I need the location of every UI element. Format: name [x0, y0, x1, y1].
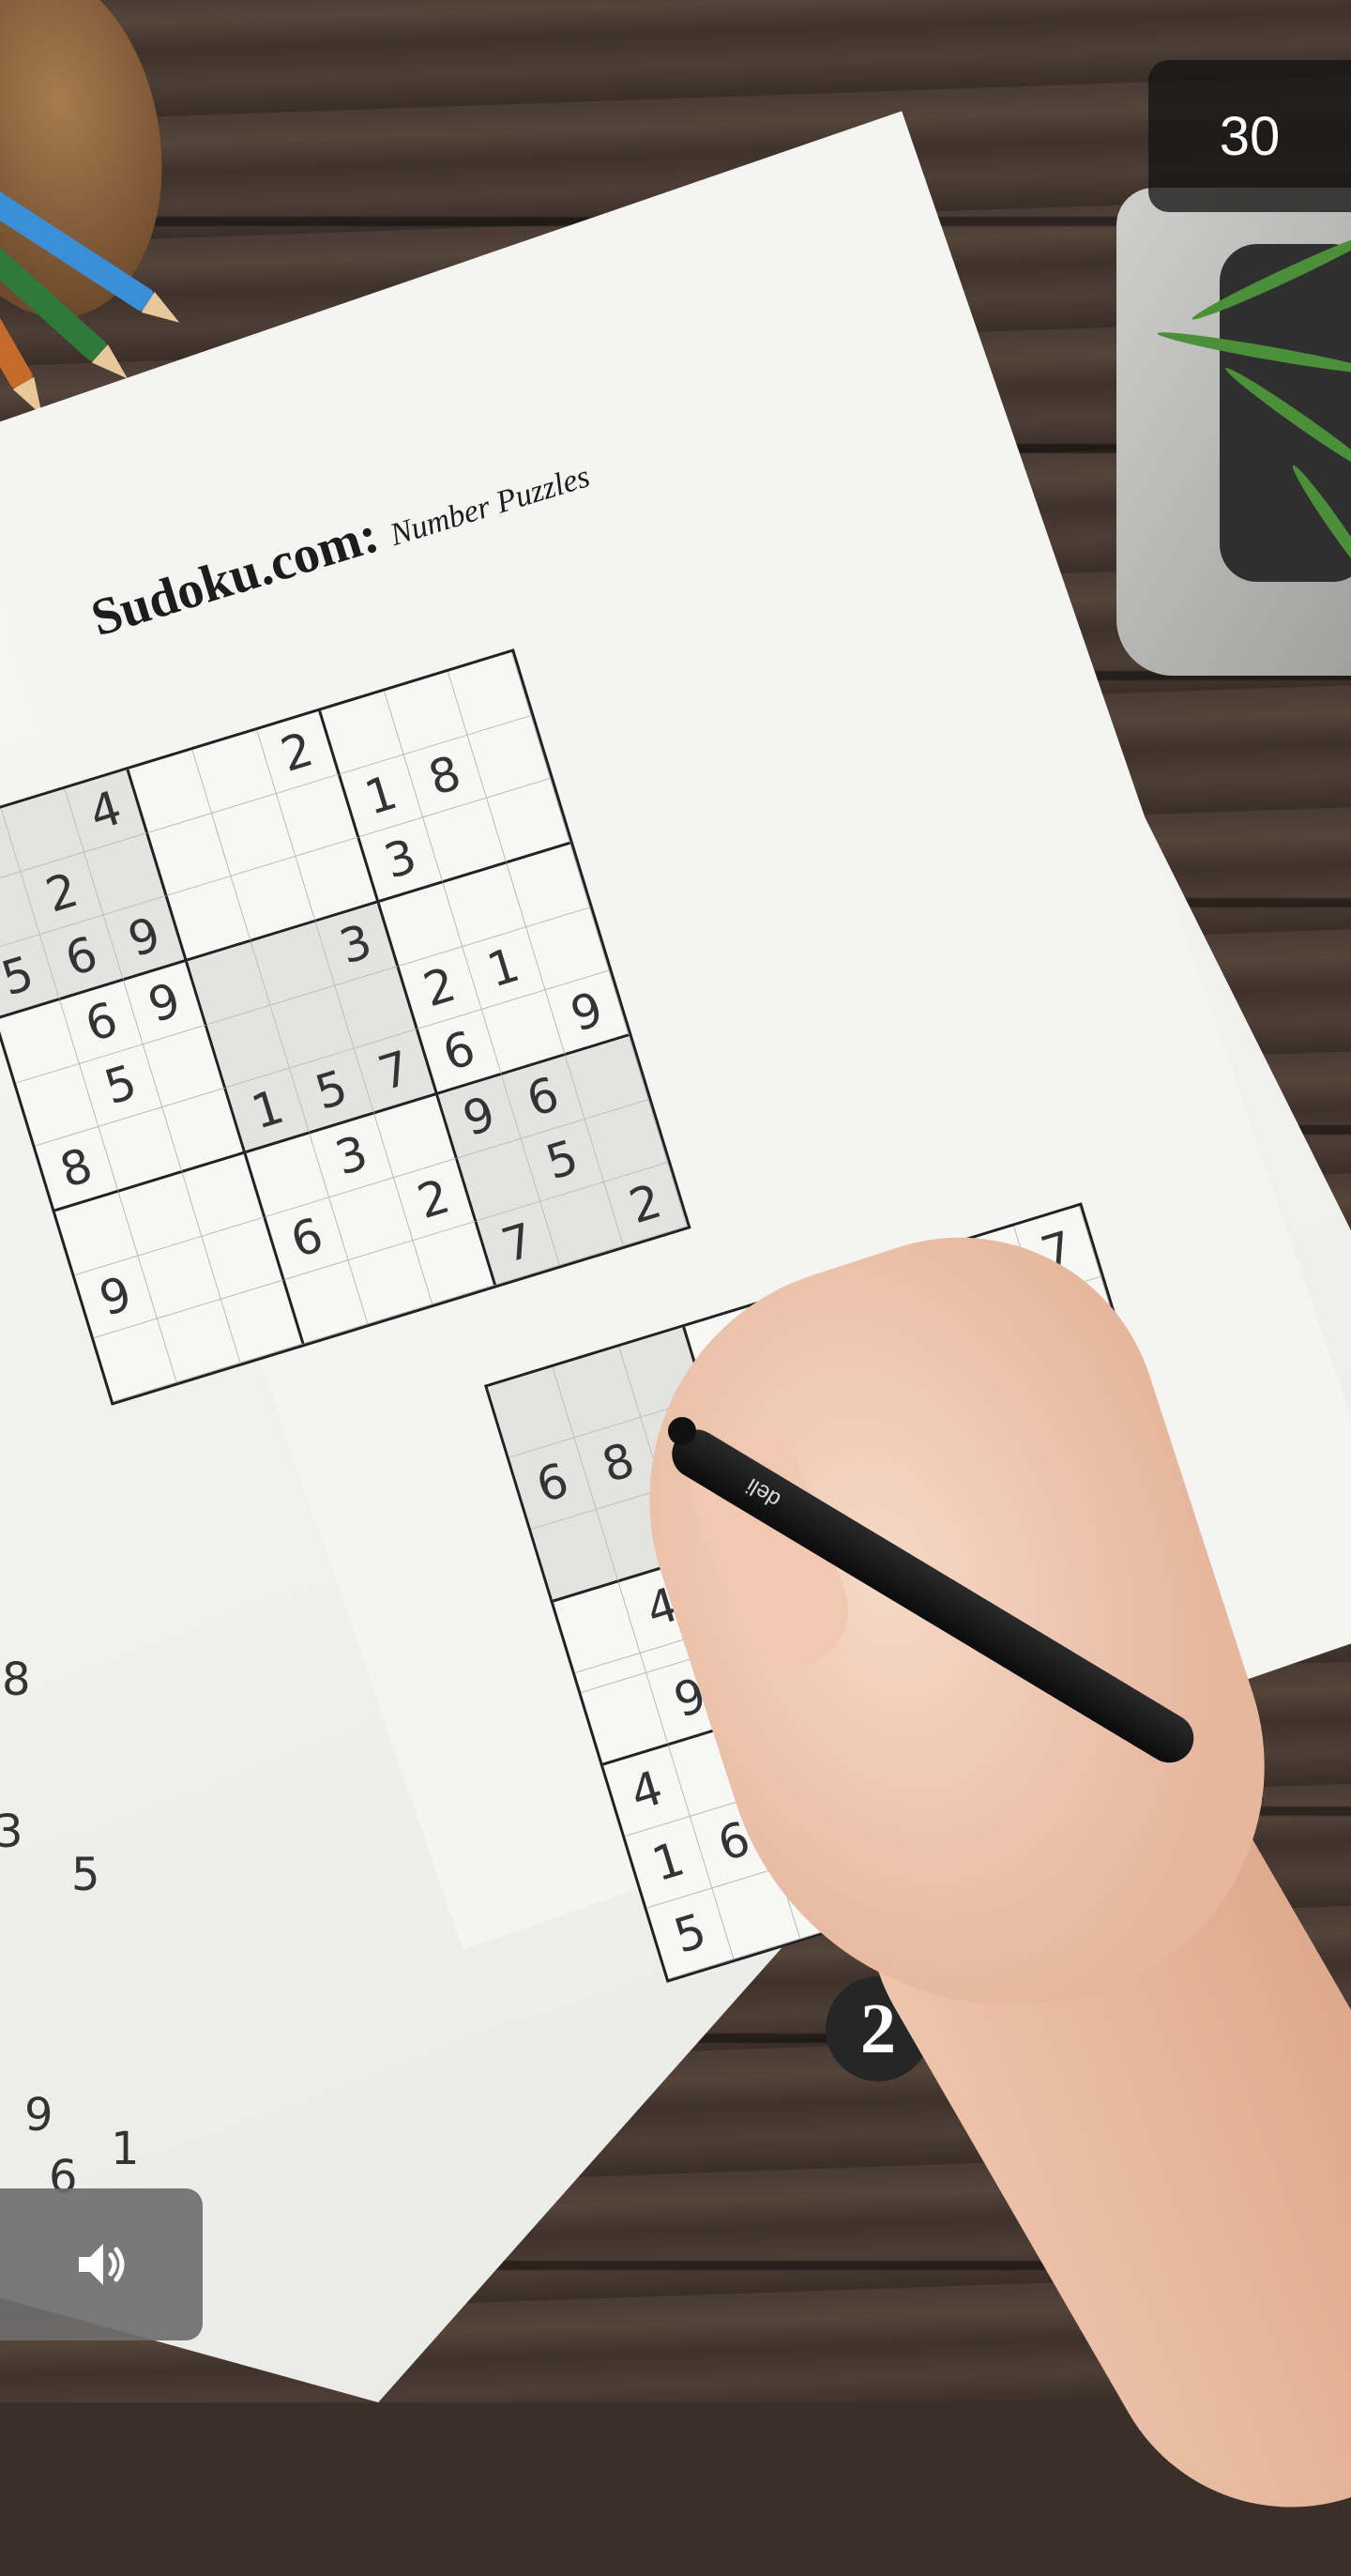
- sound-button[interactable]: [0, 2188, 203, 2340]
- grid-digit: 1: [111, 2123, 140, 2175]
- grid-digit: 8: [2, 1654, 31, 1706]
- grid-digit: 5: [71, 1849, 100, 1901]
- speaker-icon: [79, 2244, 125, 2285]
- countdown-counter: 30: [1148, 60, 1351, 212]
- grid-digit: 9: [24, 2089, 53, 2142]
- pen-brand-label: deli: [741, 1472, 785, 1513]
- pen-tip: [668, 1417, 696, 1445]
- grid-digit: 3: [0, 1806, 23, 1858]
